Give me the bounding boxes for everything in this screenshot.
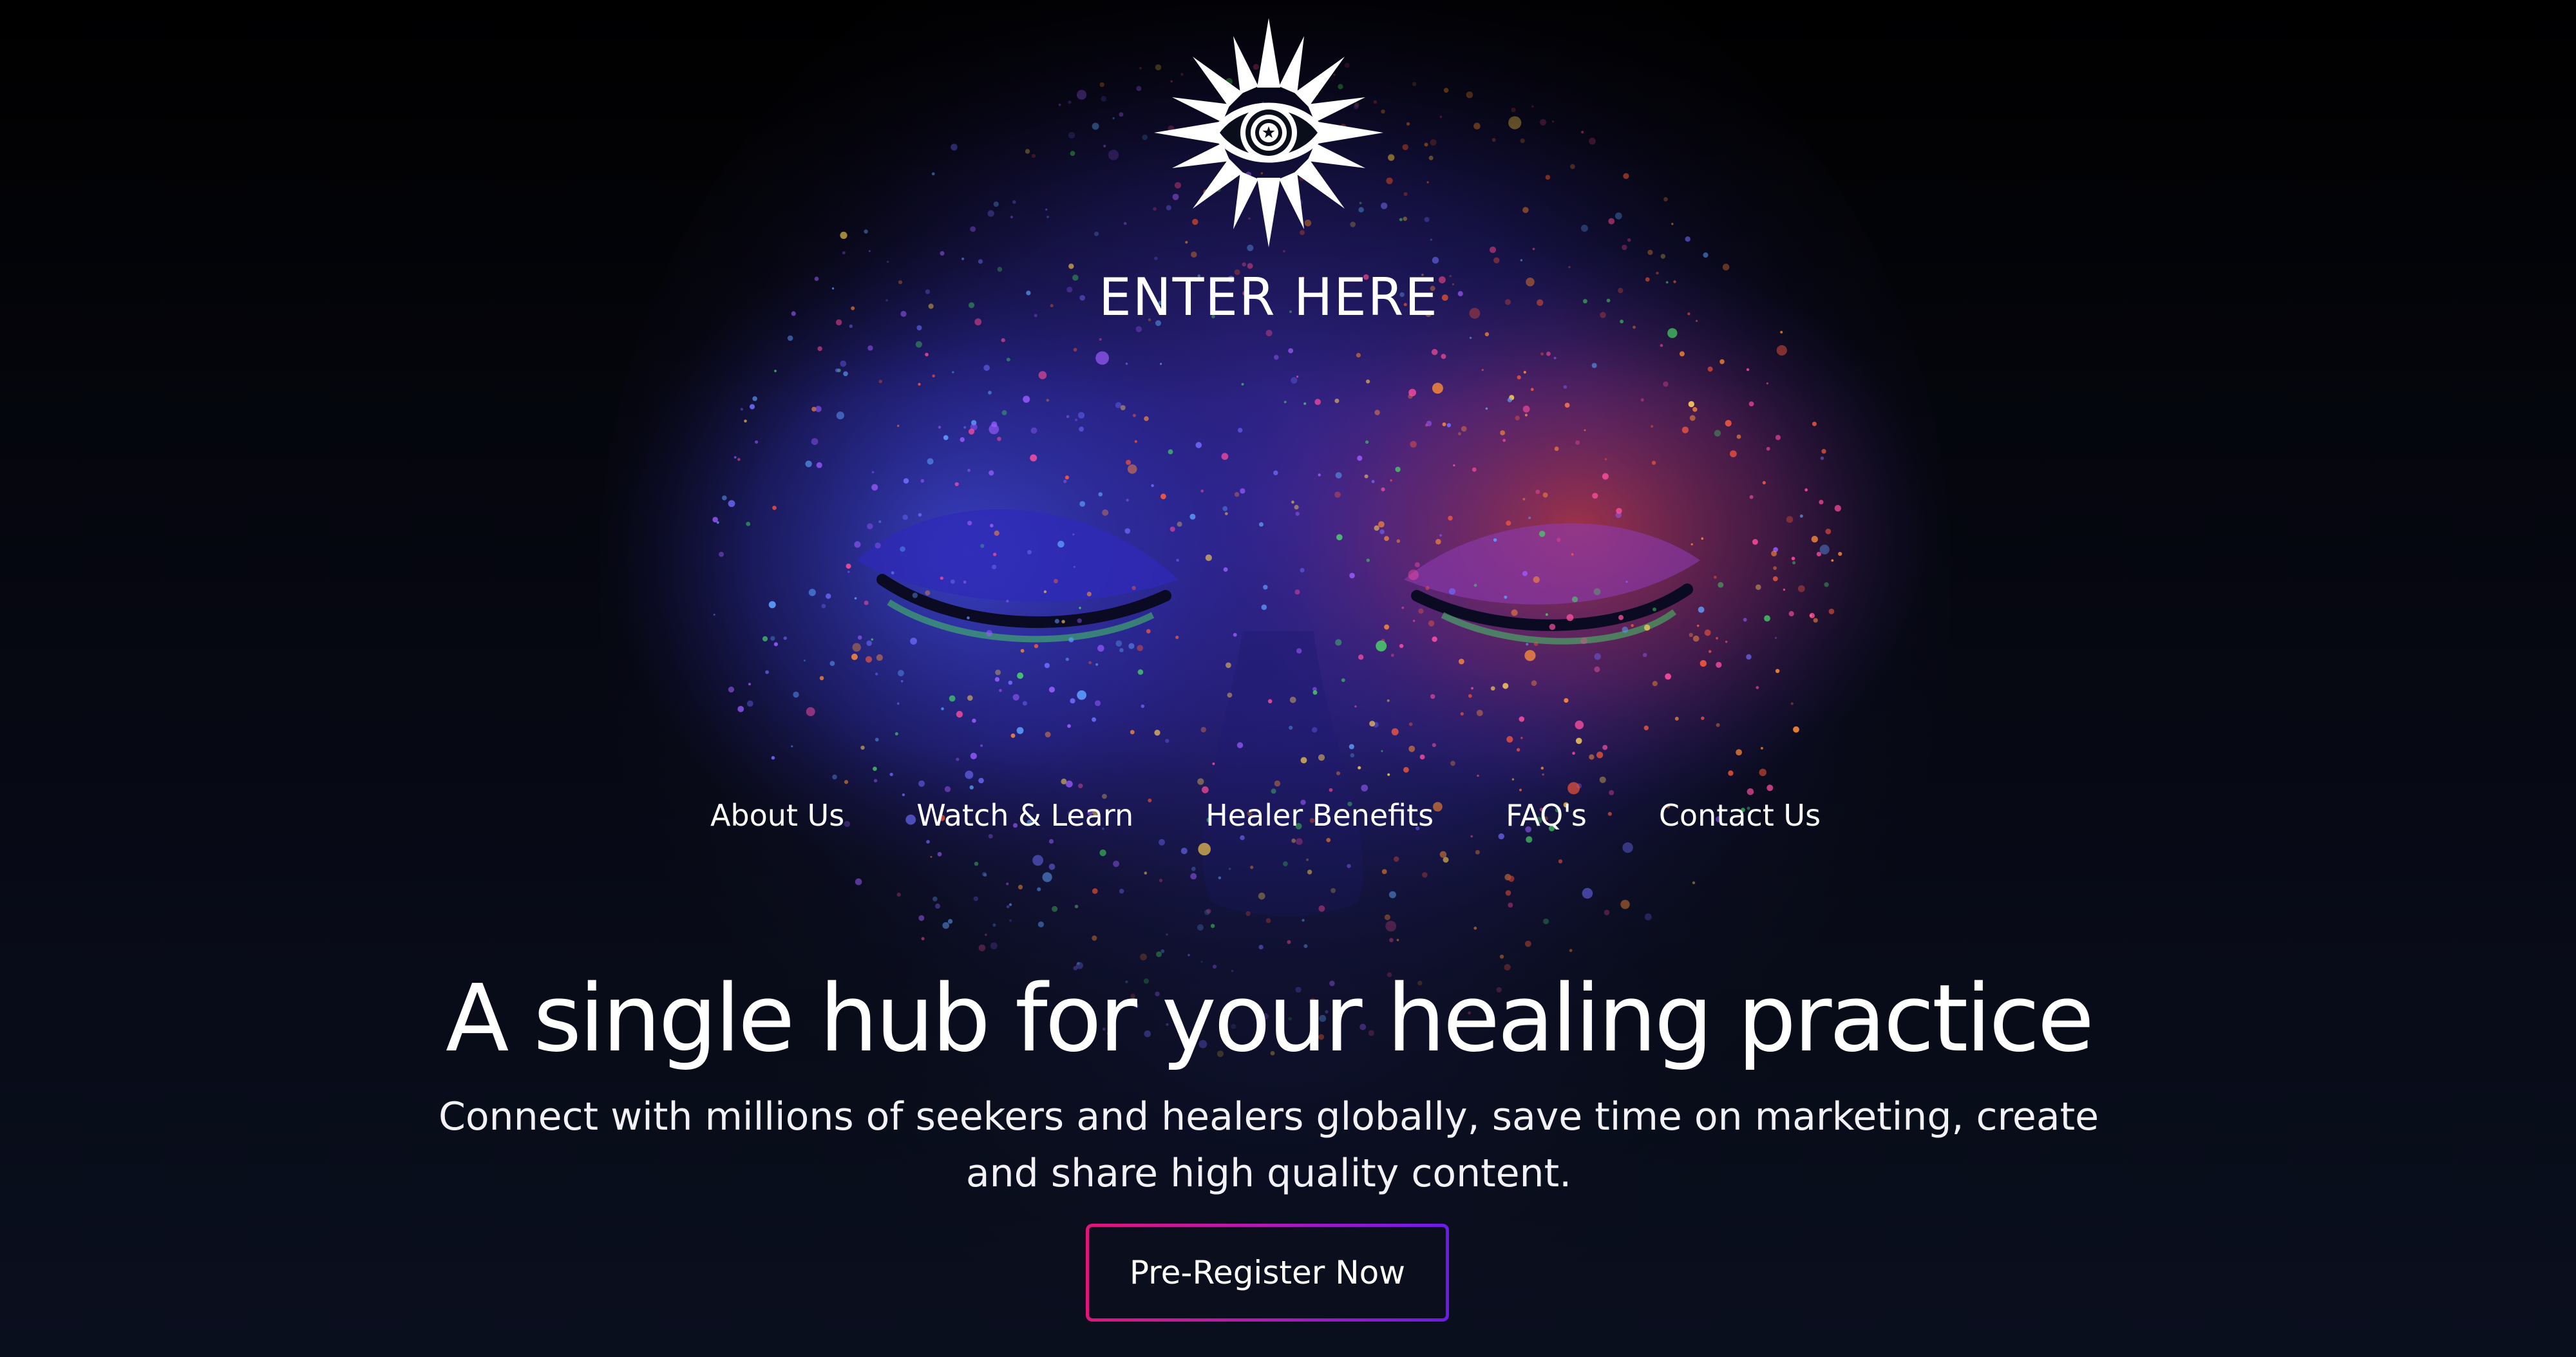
nav-watch-learn[interactable]: Watch & Learn <box>916 792 1133 844</box>
hero-section: ENTER HERE About Us Watch & Learn Healer… <box>0 0 2576 1357</box>
nav-about-us[interactable]: About Us <box>710 792 844 844</box>
nav-faqs[interactable]: FAQ's <box>1506 792 1587 844</box>
hero-subtext: Connect with millions of seekers and hea… <box>438 1094 2099 1196</box>
brand-name[interactable]: ENTER HERE <box>1030 265 1507 330</box>
hero-headline: A single hub for your healing practice <box>445 964 2094 1073</box>
pre-register-button[interactable]: Pre-Register Now <box>1086 1224 1449 1322</box>
eye-sunburst-icon[interactable] <box>1153 17 1385 249</box>
main-nav: About Us Watch & Learn Healer Benefits F… <box>644 792 1887 844</box>
nav-healer-benefits[interactable]: Healer Benefits <box>1206 792 1434 844</box>
nav-contact-us[interactable]: Contact Us <box>1659 792 1821 844</box>
